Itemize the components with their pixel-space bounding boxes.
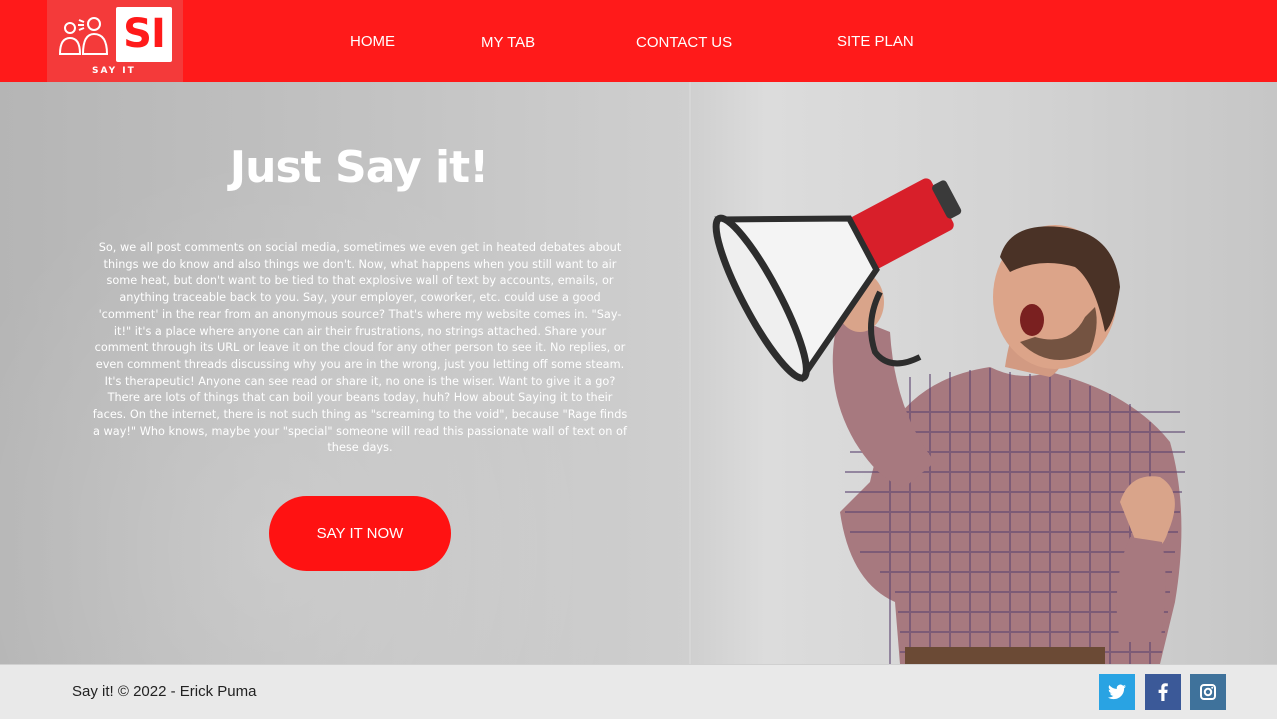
- hero-description: So, we all post comments on social media…: [92, 241, 628, 455]
- site-footer: Say it! © 2022 - Erick Puma: [0, 664, 1277, 719]
- hero-title: Just Say it!: [229, 142, 489, 193]
- copyright-text: Say it! © 2022 - Erick Puma: [72, 683, 257, 700]
- instagram-icon: [1200, 684, 1216, 700]
- instagram-link[interactable]: [1190, 674, 1226, 710]
- twitter-icon: [1108, 684, 1126, 700]
- logo-caption: SAY IT: [92, 66, 136, 76]
- site-logo[interactable]: SI SAY IT: [47, 0, 183, 82]
- nav-my-tab[interactable]: MY TAB: [481, 34, 535, 51]
- say-it-now-button[interactable]: SAY IT NOW: [269, 496, 451, 571]
- facebook-icon: [1158, 683, 1168, 701]
- nav-contact-us[interactable]: CONTACT US: [636, 34, 732, 51]
- nav-home[interactable]: HOME: [350, 33, 395, 50]
- man-with-megaphone-image: [712, 178, 1185, 664]
- site-header: SI SAY IT HOME MY TAB CONTACT US SITE PL…: [0, 0, 1277, 82]
- hero-section: Just Say it! So, we all post comments on…: [0, 82, 1277, 664]
- people-talking-icon: [58, 17, 109, 55]
- nav-site-plan[interactable]: SITE PLAN: [837, 33, 914, 50]
- facebook-link[interactable]: [1145, 674, 1181, 710]
- logo-mark: SI: [116, 7, 172, 62]
- twitter-link[interactable]: [1099, 674, 1135, 710]
